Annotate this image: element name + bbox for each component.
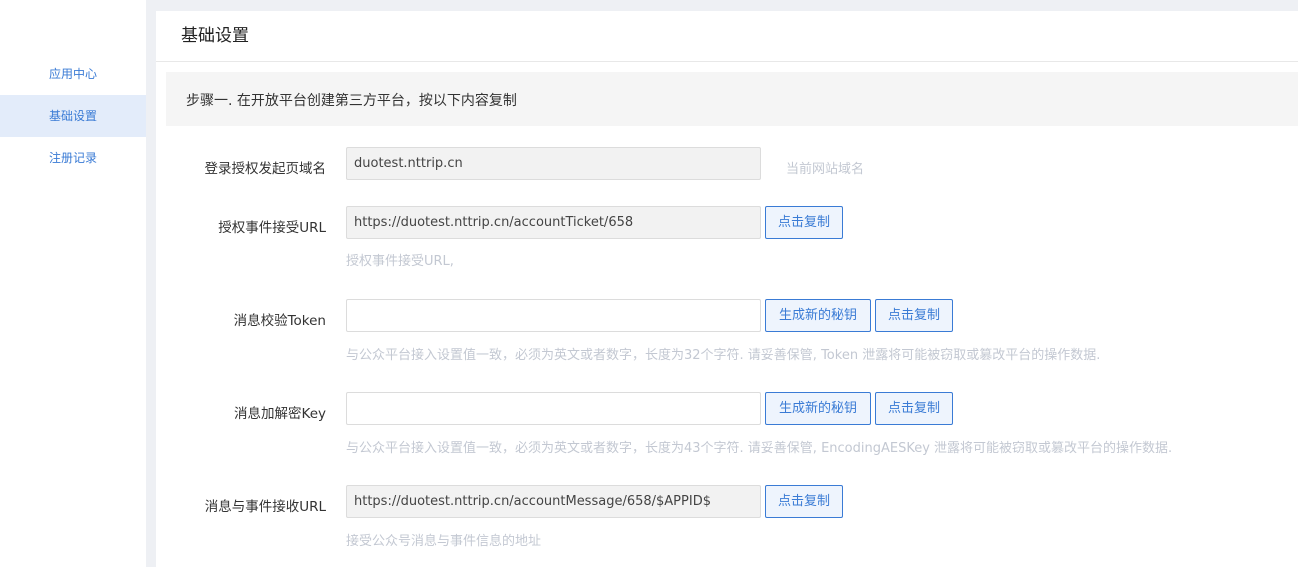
key-hint: 与公众平台接入设置值一致，必须为英文或者数字，长度为43个字符. 请妥善保管, … — [346, 441, 1173, 456]
msg-url-copy-button[interactable]: 点击复制 — [765, 485, 843, 518]
sidebar-item-registration-records[interactable]: 注册记录 — [0, 137, 146, 179]
token-hint: 与公众平台接入设置值一致，必须为英文或者数字，长度为32个字符. 请妥善保管, … — [346, 348, 1101, 363]
key-copy-button[interactable]: 点击复制 — [875, 392, 953, 425]
auth-url-hint: 授权事件接受URL, — [346, 254, 454, 269]
key-label: 消息加解密Key — [234, 406, 326, 422]
auth-url-label: 授权事件接受URL — [218, 220, 326, 236]
msg-url-label: 消息与事件接收URL — [204, 499, 326, 515]
domain-label: 登录授权发起页域名 — [204, 161, 327, 177]
token-label: 消息校验Token — [233, 313, 326, 329]
auth-url-field[interactable]: https://duotest.nttrip.cn/accountTicket/… — [346, 206, 761, 239]
token-input[interactable] — [346, 299, 761, 332]
sidebar: 应用中心 基础设置 注册记录 — [0, 0, 146, 567]
page-title: 基础设置 — [156, 11, 1298, 62]
main-panel: 基础设置 步骤一. 在开放平台创建第三方平台，按以下内容复制 登录授权发起页域名… — [156, 11, 1298, 567]
sidebar-item-basic-settings[interactable]: 基础设置 — [0, 95, 146, 137]
auth-url-copy-button[interactable]: 点击复制 — [765, 206, 843, 239]
msg-url-hint: 接受公众号消息与事件信息的地址 — [346, 534, 542, 549]
sidebar-item-app-center[interactable]: 应用中心 — [0, 53, 146, 95]
domain-hint: 当前网站域名 — [786, 162, 865, 177]
key-generate-button[interactable]: 生成新的秘钥 — [765, 392, 871, 425]
step-title: 步骤一. 在开放平台创建第三方平台，按以下内容复制 — [166, 72, 1298, 126]
domain-field[interactable]: duotest.nttrip.cn — [346, 147, 761, 180]
token-copy-button[interactable]: 点击复制 — [875, 299, 953, 332]
token-generate-button[interactable]: 生成新的秘钥 — [765, 299, 871, 332]
key-input[interactable] — [346, 392, 761, 425]
msg-url-field[interactable]: https://duotest.nttrip.cn/accountMessage… — [346, 485, 761, 518]
